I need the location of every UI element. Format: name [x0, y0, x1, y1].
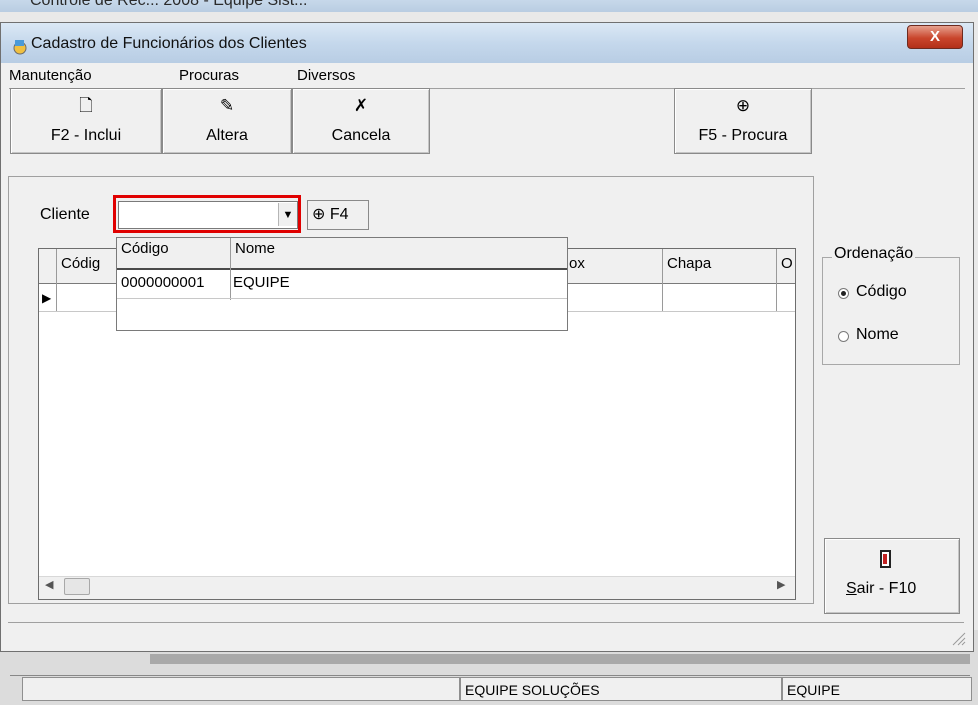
menu-procuras[interactable]: Procuras	[179, 67, 239, 84]
horizontal-scrollbar[interactable]	[39, 576, 795, 599]
close-button[interactable]: X	[907, 25, 963, 49]
edit-button[interactable]: ✎ Altera	[162, 88, 292, 154]
scrollbar-thumb[interactable]	[64, 578, 90, 595]
radio-codigo-label[interactable]: Código	[856, 283, 907, 301]
dropdown-codigo: 0000000001	[121, 274, 205, 291]
magnifier-icon: ⊕	[312, 206, 326, 223]
radio-codigo[interactable]	[838, 288, 849, 299]
status-cell-user: EQUIPE	[782, 677, 972, 701]
dropdown-header: Código Nome	[117, 238, 567, 270]
ordering-group	[822, 257, 960, 365]
edit-button-label: Altera	[206, 127, 248, 144]
parent-window-title: Controle de Rec... 2008 - Equipe Sist...	[30, 0, 308, 9]
parent-status-bar: EQUIPE SOLUÇÕES EQUIPE	[22, 677, 972, 703]
dropdown-header-codigo: Código	[121, 240, 169, 257]
exit-label-rest: air - F10	[856, 580, 917, 597]
grid-header-chapa[interactable]: Chapa	[667, 255, 711, 272]
radio-nome[interactable]	[838, 331, 849, 342]
exit-button[interactable]	[824, 538, 960, 614]
include-button[interactable]: 🗋 F2 - Inclui	[10, 88, 162, 154]
grid-header-other[interactable]: O	[781, 255, 793, 272]
scroll-right-icon[interactable]: ▶	[777, 578, 785, 591]
row-pointer-icon: ▶	[42, 291, 52, 305]
dropdown-nome: EQUIPE	[233, 274, 290, 291]
exit-label-accel: S	[846, 580, 857, 597]
menu-diversos[interactable]: Diversos	[297, 67, 355, 84]
ordering-legend: Ordenação	[832, 245, 916, 263]
app-icon	[13, 40, 27, 55]
dropdown-header-nome: Nome	[235, 240, 276, 257]
divider	[10, 675, 970, 676]
search-button[interactable]: ⊕ F5 - Procura	[674, 88, 812, 154]
dialog-status-bar	[8, 622, 964, 647]
dialog-titlebar[interactable]: Cadastro de Funcionários dos Clientes X	[1, 23, 973, 63]
status-cell-empty	[22, 677, 460, 701]
radio-nome-label[interactable]: Nome	[856, 326, 899, 344]
exit-button-label: Sair - F10	[846, 580, 916, 598]
menu-bar: Manutenção Procuras Diversos	[9, 64, 965, 89]
search-button-label: F5 - Procura	[698, 127, 788, 144]
door-exit-icon	[880, 550, 891, 568]
status-cell-company: EQUIPE SOLUÇÕES	[460, 677, 782, 701]
scroll-left-icon[interactable]: ◀	[45, 578, 53, 591]
dialog-title: Cadastro de Funcionários dos Clientes	[31, 35, 307, 52]
list-item[interactable]: 0000000001 EQUIPE	[117, 270, 567, 299]
include-button-label: F2 - Inclui	[50, 127, 122, 144]
f4-search-button[interactable]: ⊕ F4	[307, 200, 369, 230]
parent-toolbar-strip	[150, 654, 970, 664]
resize-grip-icon[interactable]	[950, 630, 966, 646]
magnifier-icon: ⊕	[735, 96, 751, 115]
list-item-empty[interactable]	[117, 299, 567, 329]
cancel-button-label: Cancela	[331, 127, 391, 144]
cancel-button[interactable]: ✗ Cancela	[292, 88, 430, 154]
grid-header-box[interactable]: ox	[569, 255, 585, 272]
parent-window-titlebar: Controle de Rec... 2008 - Equipe Sist...	[0, 0, 978, 12]
cliente-label: Cliente	[40, 206, 90, 223]
highlight-annotation	[113, 195, 301, 233]
new-document-icon: 🗋	[79, 96, 93, 115]
grid-header-codigo[interactable]: Códig	[61, 255, 100, 272]
cancel-icon: ✗	[353, 96, 369, 115]
edit-document-icon: ✎	[219, 96, 235, 115]
menu-manutencao[interactable]: Manutenção	[9, 67, 92, 84]
f4-button-label: F4	[329, 206, 349, 223]
